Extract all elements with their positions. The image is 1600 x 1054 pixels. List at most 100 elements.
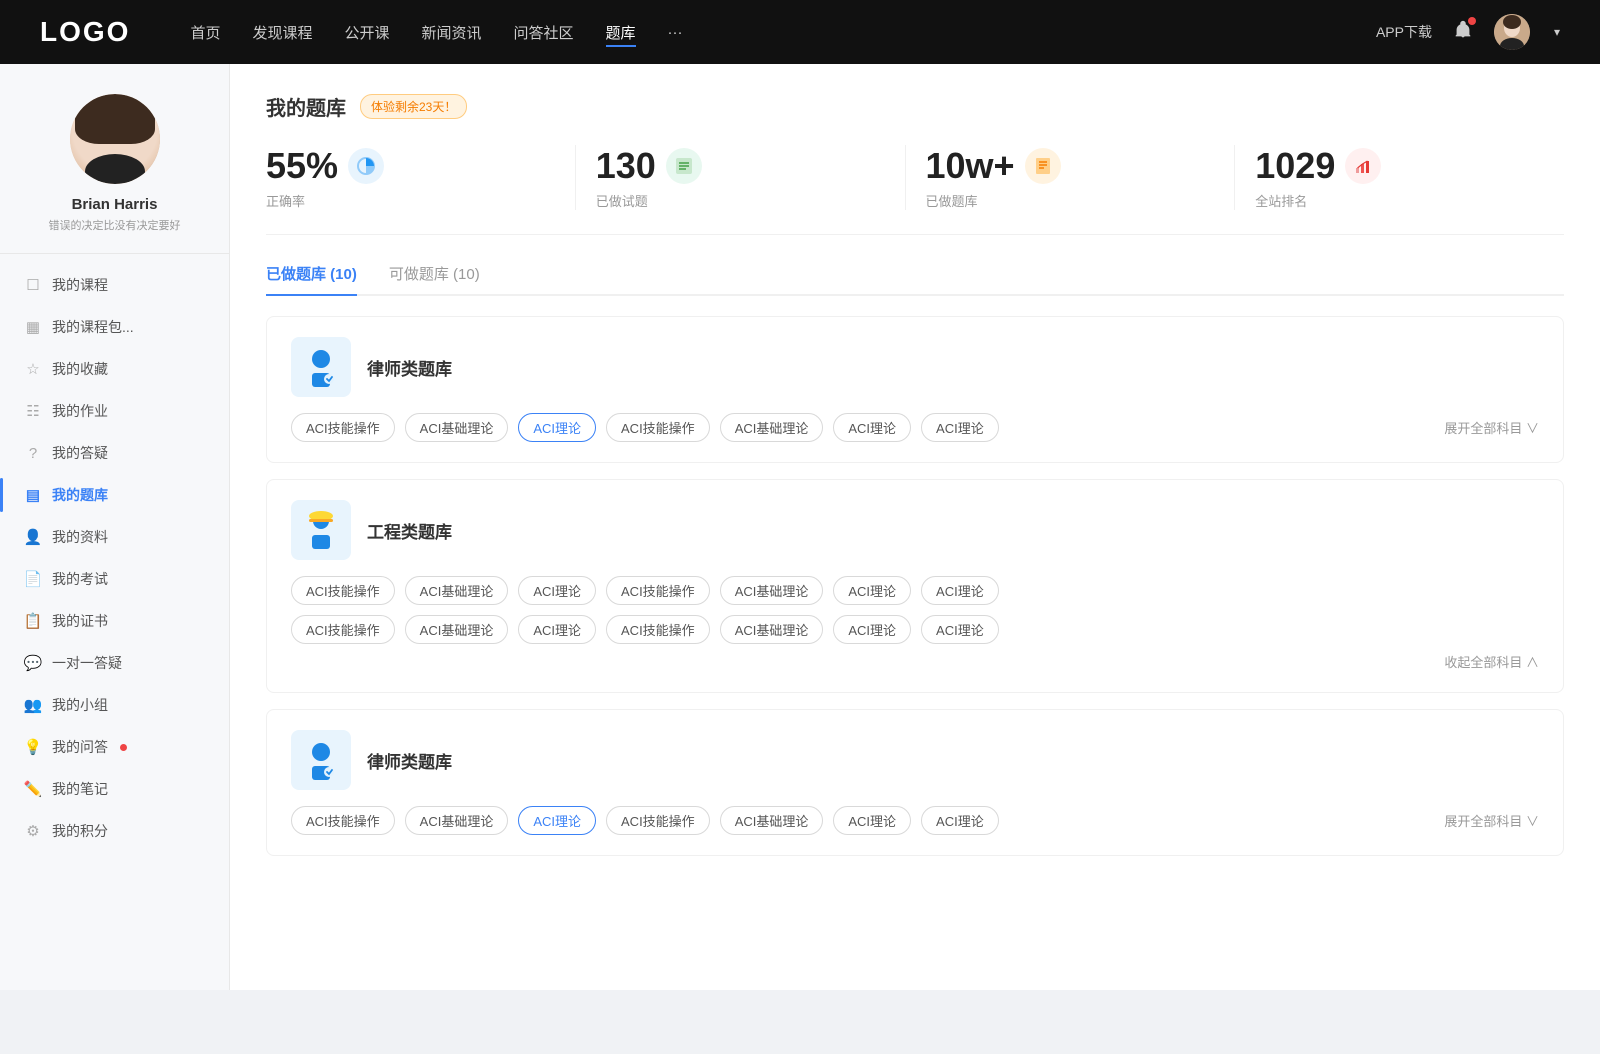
tag-e-aci-basic-1[interactable]: ACI基础理论 [405, 576, 509, 605]
tab-done-banks[interactable]: 已做题库 (10) [266, 263, 357, 294]
collapse-link-engineer[interactable]: 收起全部科目 ∧ [1444, 655, 1539, 670]
tag-e-aci-theory-2[interactable]: ACI理论 [833, 576, 911, 605]
my-homework-icon: ☷ [24, 402, 42, 420]
tag-l2-aci-theory-2[interactable]: ACI理论 [833, 806, 911, 835]
tag-aci-basic-theory-2[interactable]: ACI基础理论 [720, 413, 824, 442]
tag-e2-aci-basic-2[interactable]: ACI基础理论 [720, 615, 824, 644]
qbank-list: 律师类题库 ACI技能操作 ACI基础理论 ACI理论 ACI技能操作 ACI基… [266, 316, 1564, 872]
my-collection-icon: ☆ [24, 360, 42, 378]
qbank-lawyer-icon-2 [291, 730, 351, 790]
nav-qbank[interactable]: 题库 [606, 18, 636, 47]
lawyer-person-icon [299, 345, 343, 389]
tag-aci-skill-op-1[interactable]: ACI技能操作 [291, 413, 395, 442]
my-notes-label: 我的笔记 [52, 779, 108, 799]
expand-link-lawyer-1[interactable]: 展开全部科目 ∨ [1444, 418, 1539, 437]
nav-news[interactable]: 新闻资讯 [422, 18, 482, 47]
tag-e2-aci-skill-1[interactable]: ACI技能操作 [291, 615, 395, 644]
nav-open-class[interactable]: 公开课 [344, 18, 389, 47]
tag-l2-aci-basic-1[interactable]: ACI基础理论 [405, 806, 509, 835]
my-qa-label: 我的答疑 [52, 443, 108, 463]
tag-aci-basic-theory-1[interactable]: ACI基础理论 [405, 413, 509, 442]
tag-l2-aci-skill-1[interactable]: ACI技能操作 [291, 806, 395, 835]
tag-e-aci-basic-2[interactable]: ACI基础理论 [720, 576, 824, 605]
pie-chart-icon [356, 156, 376, 176]
tag-aci-theory-active-1[interactable]: ACI理论 [518, 413, 596, 442]
tag-e2-aci-theory-3[interactable]: ACI理论 [921, 615, 999, 644]
nav-home[interactable]: 首页 [190, 18, 220, 47]
sidebar-item-my-homework[interactable]: ☷ 我的作业 [0, 390, 229, 432]
tag-e2-aci-theory-2[interactable]: ACI理论 [833, 615, 911, 644]
stat-done-banks: 10w+ 已做题库 [906, 145, 1236, 210]
qbank-tags-lawyer-2: ACI技能操作 ACI基础理论 ACI理论 ACI技能操作 ACI基础理论 AC… [291, 806, 999, 835]
my-profile-label: 我的资料 [52, 527, 108, 547]
tag-e-aci-theory-1[interactable]: ACI理论 [518, 576, 596, 605]
profile-avatar[interactable] [70, 94, 160, 184]
nav-qa[interactable]: 问答社区 [514, 18, 574, 47]
sidebar-profile: Brian Harris 错误的决定比没有决定要好 [0, 94, 229, 254]
my-profile-icon: 👤 [24, 528, 42, 546]
my-question-icon: 💡 [24, 738, 42, 756]
stat-done-number: 130 [596, 145, 656, 187]
tag-aci-theory-3[interactable]: ACI理论 [921, 413, 999, 442]
sidebar-item-my-cert[interactable]: 📋 我的证书 [0, 600, 229, 642]
page-header: 我的题库 体验剩余23天！ [266, 92, 1564, 121]
sidebar-item-my-exam[interactable]: 📄 我的考试 [0, 558, 229, 600]
sidebar-item-my-course[interactable]: ☐ 我的课程 [0, 264, 229, 306]
tag-aci-theory-2[interactable]: ACI理论 [833, 413, 911, 442]
sidebar-item-my-qbank[interactable]: ▤ 我的题库 [0, 474, 229, 516]
stat-done-label: 已做试题 [596, 191, 648, 210]
nav-discover[interactable]: 发现课程 [252, 18, 312, 47]
user-avatar[interactable] [1494, 14, 1530, 50]
app-download-link[interactable]: APP下载 [1376, 22, 1432, 42]
sidebar-item-one-on-one[interactable]: 💬 一对一答疑 [0, 642, 229, 684]
sidebar-item-my-qa[interactable]: ? 我的答疑 [0, 432, 229, 474]
qbank-card-header-lawyer-2: 律师类题库 [291, 730, 1539, 790]
notification-bell[interactable] [1452, 19, 1474, 46]
sidebar-item-my-group[interactable]: 👥 我的小组 [0, 684, 229, 726]
stat-accuracy-label: 正确率 [266, 191, 305, 210]
nav-menu: 首页 发现课程 公开课 新闻资讯 问答社区 题库 ··· [190, 18, 1376, 47]
nav-more[interactable]: ··· [668, 20, 683, 45]
tag-l2-aci-theory-3[interactable]: ACI理论 [921, 806, 999, 835]
avatar-hair [75, 94, 155, 144]
tag-e-aci-skill-2[interactable]: ACI技能操作 [606, 576, 710, 605]
tag-e2-aci-skill-2[interactable]: ACI技能操作 [606, 615, 710, 644]
my-group-label: 我的小组 [52, 695, 108, 715]
user-menu-chevron[interactable]: ▾ [1554, 25, 1560, 39]
qbank-card-lawyer-2: 律师类题库 ACI技能操作 ACI基础理论 ACI理论 ACI技能操作 ACI基… [266, 709, 1564, 856]
tag-l2-aci-basic-2[interactable]: ACI基础理论 [720, 806, 824, 835]
tag-e2-aci-basic-1[interactable]: ACI基础理论 [405, 615, 509, 644]
tag-e-aci-skill-1[interactable]: ACI技能操作 [291, 576, 395, 605]
sidebar-item-my-course-pack[interactable]: ▦ 我的课程包... [0, 306, 229, 348]
my-course-pack-icon: ▦ [24, 318, 42, 336]
tag-l2-aci-skill-2[interactable]: ACI技能操作 [606, 806, 710, 835]
stat-done-questions: 130 已做试题 [576, 145, 906, 210]
tab-available-banks[interactable]: 可做题库 (10) [389, 263, 480, 294]
sidebar-item-my-collection[interactable]: ☆ 我的收藏 [0, 348, 229, 390]
page-title: 我的题库 [266, 92, 346, 121]
my-group-icon: 👥 [24, 696, 42, 714]
qbank-tags-lawyer-1: ACI技能操作 ACI基础理论 ACI理论 ACI技能操作 ACI基础理论 AC… [291, 413, 999, 442]
navbar: LOGO 首页 发现课程 公开课 新闻资讯 问答社区 题库 ··· APP下载 … [0, 0, 1600, 64]
qbank-title-lawyer-2: 律师类题库 [367, 748, 452, 773]
qbank-card-header-engineer-1: 工程类题库 [291, 500, 1539, 560]
sidebar-item-my-points[interactable]: ⚙ 我的积分 [0, 810, 229, 852]
sidebar-item-my-notes[interactable]: ✏️ 我的笔记 [0, 768, 229, 810]
tag-aci-skill-op-2[interactable]: ACI技能操作 [606, 413, 710, 442]
my-qa-icon: ? [24, 444, 42, 462]
tag-e2-aci-theory-1[interactable]: ACI理论 [518, 615, 596, 644]
avatar-svg [1494, 14, 1530, 50]
stat-accuracy-number: 55% [266, 145, 338, 187]
tag-e-aci-theory-3[interactable]: ACI理论 [921, 576, 999, 605]
my-points-icon: ⚙ [24, 822, 42, 840]
sidebar-item-my-profile[interactable]: 👤 我的资料 [0, 516, 229, 558]
qbank-card-header-lawyer-1: 律师类题库 [291, 337, 1539, 397]
sidebar-username: Brian Harris [72, 196, 158, 213]
stat-rank-number: 1029 [1255, 145, 1335, 187]
sidebar-menu: ☐ 我的课程 ▦ 我的课程包... ☆ 我的收藏 ☷ 我的作业 ? 我的答疑 ▤… [0, 264, 229, 852]
my-course-label: 我的课程 [52, 275, 108, 295]
sidebar-item-my-question[interactable]: 💡 我的问答 [0, 726, 229, 768]
expand-link-lawyer-2[interactable]: 展开全部科目 ∨ [1444, 811, 1539, 830]
main-content: 我的题库 体验剩余23天！ 55% 正确率 [230, 64, 1600, 990]
tag-l2-aci-theory-active[interactable]: ACI理论 [518, 806, 596, 835]
